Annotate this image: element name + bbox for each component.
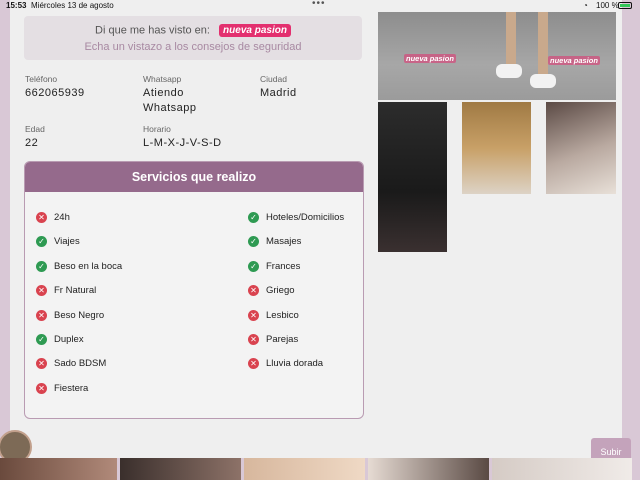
services-title: Servicios que realizo: [25, 162, 363, 192]
service-label: Fr Natural: [54, 285, 97, 297]
check-circle-icon: ✓: [36, 260, 47, 272]
profile-photo-thumb[interactable]: [462, 102, 531, 194]
related-profile-thumb[interactable]: [368, 458, 489, 480]
status-bar: 15:53 Miércoles 13 de agosto ••• ◔ 100 %: [0, 0, 640, 12]
service-label: Masajes: [266, 236, 302, 248]
check-circle-icon: ✓: [36, 333, 47, 345]
city-value: Madrid: [260, 87, 297, 99]
check-circle-icon: ✓: [248, 260, 259, 272]
services-panel: Servicios que realizo ✕ 24h ✓ Viajes ✓ Beso e…: [24, 161, 364, 419]
nueva-pasion-logo: nueva pasion: [219, 24, 291, 37]
x-circle-icon: ✕: [248, 358, 259, 370]
related-profile-thumb[interactable]: [0, 458, 117, 480]
whatsapp-value-line-2: Whatsapp: [143, 102, 197, 114]
watermark: nueva pasion: [548, 56, 600, 65]
status-date: Miércoles 13 de agosto: [31, 1, 114, 10]
service-label: Hoteles/Domicilios: [266, 212, 345, 223]
x-circle-icon: ✕: [36, 309, 47, 321]
photo-detail: [496, 64, 522, 78]
phone-label: Teléfono: [25, 74, 58, 84]
schedule-value: L-M-X-J-V-S-D: [143, 137, 222, 149]
check-circle-icon: ✓: [36, 236, 47, 248]
x-circle-icon: ✕: [248, 309, 259, 321]
whatsapp-label: Whatsapp: [143, 74, 182, 84]
watermark: nueva pasion: [404, 54, 456, 63]
battery-percent: 100 %: [596, 1, 619, 10]
seen-on-text: Di que me has visto en:: [95, 24, 210, 37]
status-time: 15:53: [6, 1, 27, 10]
seen-on-line: Di que me has visto en: nueva pasion: [24, 24, 362, 37]
check-circle-icon: ✓: [248, 212, 259, 223]
safety-tips-link[interactable]: Echa un vistazo a los consejos de seguri…: [24, 41, 362, 53]
photo-detail: [538, 12, 548, 74]
battery-icon: [618, 2, 632, 9]
service-label: Frances: [266, 260, 301, 272]
x-circle-icon: ✕: [248, 333, 259, 345]
profile-photo-thumb[interactable]: [378, 102, 447, 252]
seen-on-box: Di que me has visto en: nueva pasion Ech…: [24, 16, 362, 60]
phone-value[interactable]: 662065939: [25, 86, 85, 101]
wifi-icon: ◔: [583, 1, 588, 10]
x-circle-icon: ✕: [36, 382, 47, 394]
service-label: Griego: [266, 285, 295, 297]
multitask-dots-icon[interactable]: •••: [312, 0, 326, 10]
related-profiles-strip: [0, 458, 640, 480]
x-circle-icon: ✕: [36, 285, 47, 297]
age-value: 22: [25, 137, 39, 149]
service-label: Lesbico: [266, 309, 299, 321]
service-label: Sado BDSM: [54, 358, 107, 370]
related-profile-thumb[interactable]: [492, 458, 632, 480]
service-label: Beso en la boca: [54, 260, 123, 272]
whatsapp-value-line-1: Atiendo: [143, 87, 184, 99]
photo-detail: [506, 12, 516, 70]
check-circle-icon: ✓: [248, 236, 259, 248]
service-label: Fiestera: [54, 382, 89, 394]
profile-page: Di que me has visto en: nueva pasion Ech…: [0, 0, 631, 466]
service-label: Lluvia dorada: [266, 358, 324, 370]
related-profile-thumb[interactable]: [120, 458, 241, 480]
service-label: Parejas: [266, 333, 299, 345]
schedule-label: Horario: [143, 124, 171, 134]
x-circle-icon: ✕: [36, 212, 47, 223]
x-circle-icon: ✕: [248, 285, 259, 297]
service-label: Viajes: [54, 236, 80, 248]
city-label: Ciudad: [260, 74, 287, 84]
x-circle-icon: ✕: [36, 358, 47, 370]
profile-photo-thumb[interactable]: [546, 102, 616, 194]
profile-photo-main[interactable]: nueva pasion nueva pasion: [378, 12, 616, 100]
service-label: Duplex: [54, 333, 84, 345]
related-profile-thumb[interactable]: [244, 458, 365, 480]
service-label: 24h: [54, 212, 70, 223]
age-label: Edad: [25, 124, 45, 134]
service-label: Beso Negro: [54, 309, 105, 321]
photo-detail: [530, 74, 556, 88]
